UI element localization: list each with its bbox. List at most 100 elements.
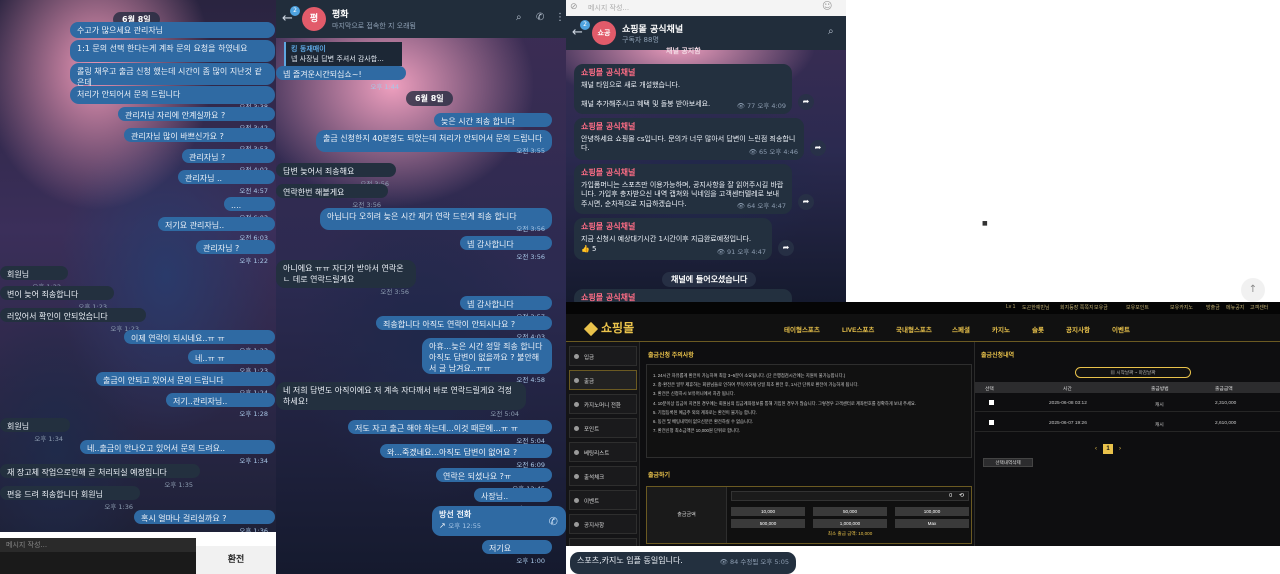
channel-avatar[interactable]: 쇼공 bbox=[592, 21, 616, 45]
nav-item[interactable]: 슬롯 bbox=[1032, 324, 1044, 334]
forward-icon[interactable]: ➦ bbox=[798, 194, 814, 210]
message-bubble[interactable]: 저기..관리자님.. 오후 1:28 bbox=[166, 393, 275, 418]
nav-item[interactable]: 국내형스포츠 bbox=[896, 324, 932, 334]
channel-title[interactable]: 쇼핑몰 공식채널 bbox=[622, 22, 683, 35]
message-bubble[interactable]: 답변 늦어서 죄송해요오전 3:56 bbox=[276, 163, 396, 188]
chat-title[interactable]: 평화 bbox=[332, 7, 349, 20]
message-bubble[interactable]: 회원님오후 1:22 bbox=[0, 266, 68, 291]
attach-icon[interactable]: ⊘ bbox=[570, 2, 578, 12]
search-icon[interactable]: ⌕ bbox=[828, 26, 834, 37]
forward-icon[interactable]: ➦ bbox=[798, 94, 814, 110]
message-bubble[interactable]: 관리자님 자리에 안계실까요 ?오전 3:42 bbox=[118, 107, 275, 132]
nav-item[interactable]: 카지노 bbox=[992, 324, 1010, 334]
current-page[interactable]: 1 bbox=[1103, 444, 1113, 454]
amount-preset-button[interactable]: 50,000 bbox=[813, 507, 887, 516]
message-bubble[interactable]: 와...죽겠네요...아직도 답변이 없어요 ? 오전 6:09 bbox=[380, 444, 552, 469]
search-icon[interactable]: ⌕ bbox=[516, 12, 522, 23]
message-bubble[interactable]: 넵 감사합니다 오전 3:56 bbox=[460, 236, 552, 261]
date-range-picker[interactable]: ▦ 시작날짜 ~ 마감날짜 bbox=[1075, 367, 1191, 378]
topstrip-item[interactable]: 메뉴공지 bbox=[1226, 304, 1244, 311]
forward-icon[interactable]: ➦ bbox=[810, 140, 826, 156]
message-bubble[interactable]: 1:1 문의 선택 한다는게 계좌 문의 요청을 하였네요 bbox=[70, 40, 275, 62]
sidebar-item[interactable]: 쪽지 bbox=[569, 538, 637, 546]
amount-preset-button[interactable]: 10,000 bbox=[731, 507, 805, 516]
emoji-icon[interactable]: ☺ bbox=[822, 1, 832, 12]
message-bubble[interactable]: 네..출금이 안나오고 있어서 문의 드려요.. 오후 1:34 bbox=[80, 440, 275, 465]
sidebar-item[interactable]: 공지사항 bbox=[569, 514, 637, 534]
message-bubble[interactable]: 출금이 안되고 있어서 문의 드립니다오후 1:24 bbox=[96, 372, 275, 397]
sidebar-item[interactable]: 베팅리스트 bbox=[569, 442, 637, 462]
delete-selected-button[interactable]: 선택내역삭제 bbox=[983, 458, 1033, 467]
sidebar-item[interactable]: 입금 bbox=[569, 346, 637, 366]
phone-icon[interactable]: ✆ bbox=[536, 12, 544, 23]
message-input[interactable]: 메시지 작성... bbox=[0, 538, 196, 552]
exchange-button[interactable]: 환전 bbox=[196, 546, 276, 574]
message-bubble[interactable]: 관리자님 ?오전 4:02 bbox=[182, 149, 275, 174]
message-bubble[interactable]: 수고가 많으세요 관리자님 bbox=[70, 22, 275, 38]
topstrip-item[interactable]: 고객센터 bbox=[1250, 304, 1268, 311]
message-bubble[interactable]: 네..ㅠ ㅠ 오후 1:23 bbox=[188, 350, 275, 375]
message-bubble[interactable]: 변이 늦어 죄송합니다 오후 1:23 bbox=[0, 286, 114, 311]
message-bubble[interactable]: 죄송합니다 아직도 연락이 안되시나요 ? 오전 4:03 bbox=[376, 316, 552, 341]
sidebar-item[interactable]: 포인트 bbox=[569, 418, 637, 438]
message-bubble[interactable]: 넵 감사합니다오전 3:57 bbox=[460, 296, 552, 321]
channel-post[interactable]: 쇼핑몰 공식채널 채널 타임으로 새로 개설했습니다. 채널 추가해주시고 혜택 … bbox=[574, 64, 792, 114]
message-bubble[interactable]: 관리자님 ? 오후 1:22 bbox=[196, 240, 275, 265]
message-bubble[interactable]: 늦은 시간 죄송 합니다오전 3:44 bbox=[434, 113, 552, 138]
message-bubble[interactable]: 관리자님 많이 바쁘신가요 ?오전 3:53 bbox=[124, 128, 275, 153]
forward-icon[interactable]: ➦ bbox=[778, 240, 794, 256]
topstrip-item[interactable]: 방출금 bbox=[1206, 304, 1220, 311]
message-bubble[interactable]: 저기요 관리자님.. 오전 6:03 bbox=[158, 217, 275, 242]
channel-post[interactable]: 쇼핑몰 공식채널 안녕하세요 쇼핑몰 cs입니다. 문의가 너무 많아서 답변이 … bbox=[574, 118, 804, 160]
nav-item[interactable]: LIVE스포츠 bbox=[842, 324, 874, 334]
site-logo[interactable]: 쇼핑몰 bbox=[583, 319, 634, 336]
channel-post[interactable]: 쇼핑몰 공식채널 가입폼머니는 스포츠만 이용가능하며, 공지사항을 잘 읽어주시… bbox=[574, 164, 792, 214]
message-bubble[interactable]: 러있어서 확인이 안되었습니다 오후 1:23 bbox=[0, 308, 146, 333]
sidebar-item[interactable]: 출석체크 bbox=[569, 466, 637, 486]
sidebar-item[interactable]: 출금 bbox=[569, 370, 637, 390]
message-bubble[interactable]: 관리자님 .. 오전 4:57 bbox=[178, 170, 275, 195]
message-bubble[interactable]: 재 장고체 작업으로인해 곧 처리되실 예정입니다 오후 1:35 bbox=[0, 464, 200, 489]
message-bubble[interactable]: 연락은 되셨나요 ?ㅠ오후 12:45 bbox=[436, 468, 552, 493]
amount-input[interactable]: 0 bbox=[731, 491, 969, 501]
nav-item[interactable]: 테이형스포츠 bbox=[784, 324, 820, 334]
message-bubble[interactable]: ....오전 6:03 bbox=[224, 197, 275, 222]
avatar[interactable]: 평 bbox=[302, 7, 326, 31]
message-bubble[interactable]: 넵 즐겨운시간되십쇼~! 오후 1:44 bbox=[276, 66, 406, 91]
sidebar-item[interactable]: 이벤트 bbox=[569, 490, 637, 510]
message-bubble[interactable]: 롤링 채우고 출금 신청 했는데 시간이 좀 많이 지난것 같은데 bbox=[70, 63, 275, 87]
table-row[interactable]: 2025-06-07 19:26 캐시 2,610,000 bbox=[975, 414, 1280, 432]
amount-preset-button[interactable]: 100,000 bbox=[895, 507, 969, 516]
nav-item[interactable]: 이벤트 bbox=[1112, 324, 1130, 334]
message-bubble[interactable]: 아휴...늦은 시간 정말 죄송 합니다 아직도 답변이 없을까요 ? 불안해서… bbox=[422, 338, 552, 384]
message-bubble[interactable]: 네 저희 답변도 아직이에요 저 계속 자다깨서 바로 연락드릴게요 걱정하세요… bbox=[276, 382, 526, 418]
next-page-icon[interactable]: › bbox=[1119, 446, 1121, 452]
message-bubble[interactable]: 저도 자고 출근 해야 하는데...이것 때문에...ㅠ ㅠ 오전 5:04 bbox=[348, 420, 552, 445]
amount-preset-button[interactable]: 1,000,000 bbox=[813, 519, 887, 528]
message-bubble[interactable]: 아니에요 ㅠㅠ 자다가 받아서 연락온ㄴ 데로 연락드릴게요 오전 3:56 bbox=[276, 260, 416, 296]
channel-post[interactable]: 쇼핑몰 공식채널 지금 신청시 예상대기시간 1시간이후 지급완료예정입니다. 👍 … bbox=[574, 218, 772, 260]
message-bubble[interactable]: 연락한번 해볼게요 오전 3:56 bbox=[276, 184, 388, 209]
message-bubble[interactable]: 출금 신청한지 40분정도 되었는데 처리가 안되어서 문의 드립니다 오전 3:… bbox=[316, 130, 552, 155]
amount-preset-button[interactable]: Max bbox=[895, 519, 969, 528]
message-bubble[interactable]: 처리가 안되어서 문의 드립니다오전 3:38 bbox=[70, 86, 275, 111]
amount-preset-button[interactable]: 500,000 bbox=[731, 519, 805, 528]
phone-icon[interactable]: ✆ bbox=[549, 515, 558, 530]
message-bubble[interactable]: 이제 연락이 되시네요..ㅠ ㅠ오후 1:23 bbox=[124, 330, 275, 355]
reaction-badge[interactable]: 👍 5 bbox=[581, 245, 596, 253]
pinned-message[interactable]: 킹 동재매이 넵 사장님 답변 주셔서 감사합... bbox=[284, 42, 402, 66]
call-bubble[interactable]: 방선 전화 ↗ 오후 12:55 ✆ bbox=[432, 506, 566, 536]
row-checkbox[interactable] bbox=[989, 400, 994, 405]
sidebar-item[interactable]: 카지노머니 전환 bbox=[569, 394, 637, 414]
nav-item[interactable]: 스페셜 bbox=[952, 324, 970, 334]
message-bubble[interactable]: 편응 드려 죄송합니다 회원님 오후 1:36 bbox=[0, 486, 140, 511]
message-bubble[interactable]: 저기요 오후 1:00 bbox=[482, 540, 552, 565]
nav-item[interactable]: 공지사항 bbox=[1066, 324, 1090, 334]
message-bubble[interactable]: 혹시 얼마나 걸리실까요 ? 오후 1:36 bbox=[134, 510, 275, 535]
table-row[interactable]: 2025-06-08 03:12 캐시 2,310,000 bbox=[975, 394, 1280, 412]
message-bubble[interactable]: 사장님..오후 12:49 bbox=[474, 488, 552, 513]
scroll-to-top-icon[interactable]: ↑ bbox=[1241, 278, 1265, 302]
message-bubble[interactable]: 회원님 오후 1:34 bbox=[0, 418, 70, 443]
message-bubble[interactable]: 아닙니다 오히려 늦은 시간 제가 연락 드린게 죄송 합니다 오전 3:56 bbox=[320, 208, 552, 233]
row-checkbox[interactable] bbox=[989, 420, 994, 425]
